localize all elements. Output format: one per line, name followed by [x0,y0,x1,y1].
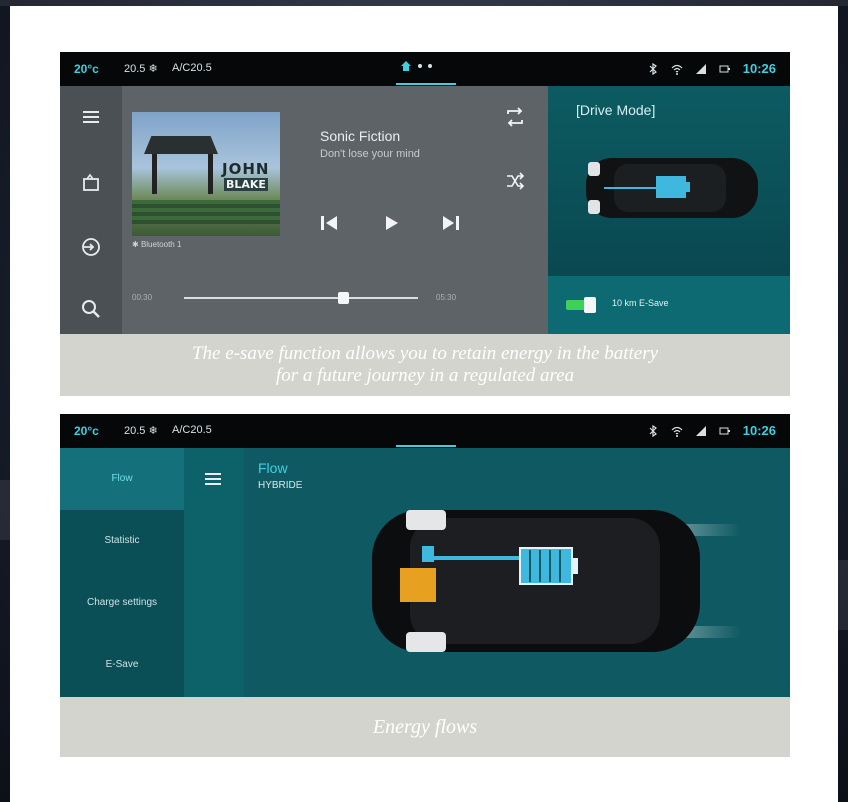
fan-readout[interactable]: 20.5 ❄ [124,424,158,437]
home-indicator[interactable] [400,60,432,72]
repeat-icon[interactable] [504,106,526,128]
wifi-icon [671,426,683,437]
clock: 10:26 [742,61,776,76]
temperature-readout[interactable]: 20°c [74,424,99,438]
battery-status-icon [719,65,730,72]
album-art[interactable]: JOHN BLAKE [132,112,280,236]
status-bar: 20°c 20.5 ❄ A/C20.5 10:26 [60,52,790,86]
signal-icon [695,63,706,74]
total-time: 05:30 [436,293,457,302]
flow-mode: HYBRIDE [258,480,303,491]
album-pillar [152,154,157,194]
esave-bar[interactable]: 10 km E-Save [548,276,790,334]
caption-esave: The e-save function allows you to retain… [60,334,790,396]
signal-icon [695,425,706,436]
drive-mode-panel[interactable]: [Drive Mode] [548,86,790,276]
previous-track-button[interactable] [318,212,340,234]
active-page-underline [396,83,456,85]
car-top-view-icon [586,158,758,218]
play-button[interactable] [380,212,402,234]
next-track-button[interactable] [440,212,462,234]
elapsed-time: 00:30 [132,293,153,302]
active-page-underline [396,445,456,447]
shuffle-icon[interactable] [504,170,526,192]
energy-menu: Flow Statistic Charge settings E-Save [60,448,184,697]
bluetooth-source-icon: ✱ [132,240,141,249]
bluetooth-icon [649,62,657,75]
input-icon[interactable] [78,234,104,260]
hamburger-icon[interactable] [200,466,226,492]
progress-track[interactable] [184,297,418,299]
menu-item-flow[interactable]: Flow [60,448,184,510]
ac-readout[interactable]: A/C20.5 [172,424,212,436]
bluetooth-icon [649,424,657,437]
battery-status-icon [719,427,730,434]
caption-esave-line2: for a future journey in a regulated area [275,365,575,386]
song-title: Sonic Fiction [320,128,401,144]
album-steps [132,200,280,224]
bluetooth-source[interactable]: ✱ Bluetooth 1 [132,240,181,249]
temperature-readout[interactable]: 20°c [74,62,99,76]
caption-energy-flows: Energy flows [60,697,790,757]
search-icon[interactable] [78,296,104,322]
energy-screen: 20°c 20.5 ❄ A/C20.5 10:26 Flow Statistic… [60,414,790,697]
hamburger-icon[interactable] [78,104,104,130]
wifi-icon [671,64,683,75]
ac-readout[interactable]: A/C20.5 [172,62,212,74]
page-dot [418,64,422,68]
home-icon [401,61,411,71]
media-screen: 20°c 20.5 ❄ A/C20.5 10:26 JOHN BLAKE ✱ B [60,52,790,334]
song-subtitle: Don't lose your mind [320,148,420,160]
fan-readout[interactable]: 20.5 ❄ [124,62,158,75]
media-source-icon[interactable] [78,170,104,196]
esave-label: 10 km E-Save [612,298,669,308]
bluetooth-source-label: Bluetooth 1 [140,240,182,249]
album-artist-word: JOHN [222,160,270,178]
menu-item-charge-settings[interactable]: Charge settings [60,572,184,634]
media-sidebar [60,86,122,334]
caption-esave-line1: The e-save function allows you to retain… [191,343,659,364]
album-roof [144,136,218,154]
progress-slider-handle[interactable] [337,292,349,304]
flow-title: Flow [258,460,288,476]
drive-mode-title: [Drive Mode] [576,102,656,118]
album-artist-word: BLAKE [224,178,268,191]
menu-item-esave[interactable]: E-Save [60,634,184,696]
car-energy-flow-icon [372,510,740,652]
page-dot [428,64,432,68]
energy-hamburger-column [184,448,244,697]
esave-toggle[interactable] [566,297,596,313]
status-bar: 20°c 20.5 ❄ A/C20.5 10:26 [60,414,790,448]
menu-item-statistic[interactable]: Statistic [60,510,184,572]
album-pillar [208,154,213,194]
clock: 10:26 [742,423,776,438]
